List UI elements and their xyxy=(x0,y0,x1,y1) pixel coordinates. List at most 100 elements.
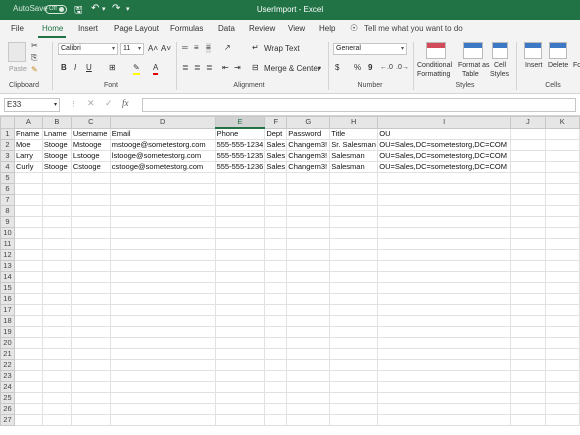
cell-g14[interactable] xyxy=(286,271,331,283)
chevron-down-icon[interactable]: ▾ xyxy=(318,64,321,74)
cell-j27[interactable] xyxy=(510,414,546,426)
row-header[interactable]: 22 xyxy=(0,359,15,371)
cell-a2[interactable]: Moe xyxy=(13,139,43,151)
cell-f11[interactable] xyxy=(264,238,288,250)
cell-j12[interactable] xyxy=(510,249,546,261)
format-as-table-icon[interactable] xyxy=(463,42,483,59)
cell-c20[interactable] xyxy=(70,337,111,349)
cell-i21[interactable] xyxy=(377,348,512,360)
comma-button[interactable]: 9 xyxy=(368,63,372,73)
cut-icon[interactable]: ✂ xyxy=(31,41,38,51)
cell-c8[interactable] xyxy=(70,205,111,217)
tab-data[interactable]: Data xyxy=(218,24,235,33)
cell-f6[interactable] xyxy=(264,183,288,195)
wrap-text-button[interactable]: Wrap Text xyxy=(264,44,300,54)
cell-k13[interactable] xyxy=(544,260,580,272)
cell-e24[interactable] xyxy=(214,381,266,393)
cell-e20[interactable] xyxy=(214,337,266,349)
cell-g3[interactable]: Changem3! xyxy=(286,150,331,162)
cell-h25[interactable] xyxy=(329,392,379,404)
borders-icon[interactable]: ⊞ xyxy=(109,63,116,73)
align-center-icon[interactable]: ≣ xyxy=(194,63,201,73)
cell-d8[interactable] xyxy=(109,205,216,217)
cell-k19[interactable] xyxy=(544,326,580,338)
cell-f17[interactable] xyxy=(264,304,288,316)
cell-f12[interactable] xyxy=(264,249,288,261)
format-painter-icon[interactable]: ✎ xyxy=(31,65,38,75)
cell-b16[interactable] xyxy=(41,293,72,305)
cell-i5[interactable] xyxy=(377,172,512,184)
cell-c11[interactable] xyxy=(70,238,111,250)
cell-k27[interactable] xyxy=(544,414,580,426)
row-header[interactable]: 6 xyxy=(0,183,15,195)
cell-a12[interactable] xyxy=(13,249,43,261)
cell-a24[interactable] xyxy=(13,381,43,393)
cell-d5[interactable] xyxy=(109,172,216,184)
cell-h19[interactable] xyxy=(329,326,379,338)
cell-h4[interactable]: Salesman xyxy=(329,161,379,173)
cell-d20[interactable] xyxy=(109,337,216,349)
cell-h23[interactable] xyxy=(329,370,379,382)
cell-f25[interactable] xyxy=(264,392,288,404)
cell-h21[interactable] xyxy=(329,348,379,360)
cell-j25[interactable] xyxy=(510,392,546,404)
cell-a26[interactable] xyxy=(13,403,43,415)
row-header[interactable]: 2 xyxy=(0,139,15,151)
align-right-icon[interactable]: ≣ xyxy=(206,63,213,73)
cell-c3[interactable]: Lstooge xyxy=(70,150,111,162)
cell-k16[interactable] xyxy=(544,293,580,305)
tab-page-layout[interactable]: Page Layout xyxy=(114,24,159,33)
cell-j15[interactable] xyxy=(510,282,546,294)
row-header[interactable]: 11 xyxy=(0,238,15,250)
cell-g20[interactable] xyxy=(286,337,331,349)
conditional-formatting-icon[interactable] xyxy=(426,42,446,59)
cell-b11[interactable] xyxy=(41,238,72,250)
cell-k6[interactable] xyxy=(544,183,580,195)
cell-c12[interactable] xyxy=(70,249,111,261)
cell-g18[interactable] xyxy=(286,315,331,327)
align-top-icon[interactable]: ═ xyxy=(182,43,188,53)
row-header[interactable]: 8 xyxy=(0,205,15,217)
cell-k24[interactable] xyxy=(544,381,580,393)
cell-i10[interactable] xyxy=(377,227,512,239)
decrease-indent-icon[interactable]: ⇤ xyxy=(222,63,229,73)
cell-e2[interactable]: 555-555-1234 xyxy=(214,139,266,151)
cell-b27[interactable] xyxy=(41,414,72,426)
row-header[interactable]: 25 xyxy=(0,392,15,404)
cell-c2[interactable]: Mstooge xyxy=(70,139,111,151)
cell-f7[interactable] xyxy=(264,194,288,206)
cell-b13[interactable] xyxy=(41,260,72,272)
cell-f3[interactable]: Sales xyxy=(264,150,288,162)
cell-i27[interactable] xyxy=(377,414,512,426)
cell-j22[interactable] xyxy=(510,359,546,371)
row-header[interactable]: 3 xyxy=(0,150,15,162)
cell-g6[interactable] xyxy=(286,183,331,195)
percent-button[interactable]: % xyxy=(354,63,361,73)
cell-d12[interactable] xyxy=(109,249,216,261)
cell-b8[interactable] xyxy=(41,205,72,217)
cell-g1[interactable]: Password xyxy=(286,127,331,140)
delete-cells-button[interactable]: Delete xyxy=(548,61,568,71)
cell-d24[interactable] xyxy=(109,381,216,393)
cell-a11[interactable] xyxy=(13,238,43,250)
cell-a17[interactable] xyxy=(13,304,43,316)
cell-h13[interactable] xyxy=(329,260,379,272)
row-header[interactable]: 17 xyxy=(0,304,15,316)
tab-home[interactable]: Home xyxy=(42,24,63,33)
cell-e3[interactable]: 555-555-1235 xyxy=(214,150,266,162)
cell-i13[interactable] xyxy=(377,260,512,272)
cell-i23[interactable] xyxy=(377,370,512,382)
conditional-formatting-button-line2[interactable]: Formatting xyxy=(417,70,450,80)
cell-c21[interactable] xyxy=(70,348,111,360)
cell-h5[interactable] xyxy=(329,172,379,184)
cell-d16[interactable] xyxy=(109,293,216,305)
cell-i8[interactable] xyxy=(377,205,512,217)
cell-a23[interactable] xyxy=(13,370,43,382)
cell-c15[interactable] xyxy=(70,282,111,294)
cell-c4[interactable]: Cstooge xyxy=(70,161,111,173)
cell-b22[interactable] xyxy=(41,359,72,371)
name-box[interactable]: E33 ▾ xyxy=(4,98,60,112)
orientation-icon[interactable]: ↗ xyxy=(224,43,231,53)
cell-i1[interactable]: OU xyxy=(377,127,512,140)
column-header-j[interactable]: J xyxy=(510,116,546,129)
